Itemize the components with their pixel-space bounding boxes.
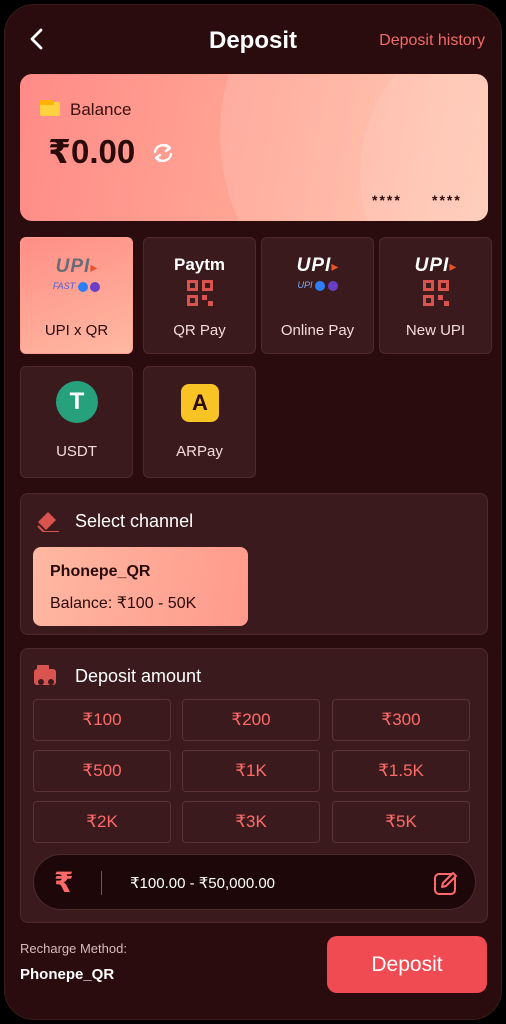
deposit-amount-panel: Deposit amount ₹100 ₹200 ₹300 ₹500 ₹1K ₹… <box>20 648 488 923</box>
deposit-amount-title: Deposit amount <box>75 666 202 686</box>
input-divider <box>101 871 102 895</box>
method-label: UPI x QR <box>44 322 109 339</box>
rupee-icon: ₹ <box>54 867 74 898</box>
method-label: Online Pay <box>280 322 355 339</box>
deposit-history-link[interactable]: Deposit history <box>379 32 485 50</box>
amount-option[interactable]: ₹1.5K <box>332 750 470 792</box>
upi-logo-icon: UPI▸ <box>414 255 457 276</box>
recharge-method-label: Recharge Method: <box>20 941 127 956</box>
upi-logo-icon: UPI▸ FAST <box>21 256 132 292</box>
edit-icon[interactable] <box>433 870 459 896</box>
method-new-upi[interactable]: UPI▸ New UPI <box>379 237 492 354</box>
method-label: New UPI <box>405 322 466 339</box>
amount-option[interactable]: ₹2K <box>33 801 171 843</box>
select-channel-title: Select channel <box>75 511 194 531</box>
select-channel-panel: Select channel Phonepe_QR Balance: ₹100 … <box>20 493 488 635</box>
balance-card: Balance ₹0.00 **** **** <box>20 74 488 221</box>
card-mask-right: **** <box>432 192 462 208</box>
balance-value: ₹0.00 <box>48 133 136 170</box>
amount-input[interactable]: ₹ ₹100.00 - ₹50,000.00 <box>33 854 476 910</box>
method-upi-x-qr[interactable]: UPI▸ FAST UPI x QR <box>20 237 133 354</box>
method-online-pay[interactable]: UPI▸ UPI Online Pay <box>261 237 374 354</box>
amount-option[interactable]: ₹5K <box>332 801 470 843</box>
deposit-screen: Deposit Deposit history Balance ₹0.00 **… <box>4 4 502 1020</box>
balance-label: Balance <box>70 100 132 119</box>
deposit-button[interactable]: Deposit <box>327 936 487 993</box>
method-arpay[interactable]: A ARPay <box>143 366 256 478</box>
recharge-method-value: Phonepe_QR <box>20 966 115 983</box>
amount-option[interactable]: ₹200 <box>182 699 320 741</box>
qr-code-icon <box>423 280 449 306</box>
amount-option[interactable]: ₹100 <box>33 699 171 741</box>
channel-icon <box>37 512 59 532</box>
tether-icon: T <box>56 381 98 423</box>
arpay-logo-icon: A <box>181 384 219 422</box>
method-usdt[interactable]: T USDT <box>20 366 133 478</box>
amount-option[interactable]: ₹3K <box>182 801 320 843</box>
method-label: QR Pay <box>173 322 226 339</box>
card-mask-left: **** <box>372 192 402 208</box>
paytm-logo-icon: Paytm <box>173 255 226 274</box>
wallet-icon <box>34 665 56 685</box>
channel-name: Phonepe_QR <box>50 563 151 580</box>
refresh-icon[interactable] <box>150 140 176 166</box>
channel-card-phonepe-qr[interactable]: Phonepe_QR Balance: ₹100 - 50K <box>33 547 248 626</box>
amount-option[interactable]: ₹1K <box>182 750 320 792</box>
method-label: ARPay <box>176 443 223 460</box>
method-qr-pay[interactable]: Paytm QR Pay <box>143 237 256 354</box>
upi-logo-icon: UPI▸ UPI <box>296 255 339 291</box>
amount-option[interactable]: ₹300 <box>332 699 470 741</box>
amount-option[interactable]: ₹500 <box>33 750 171 792</box>
wallet-icon <box>40 100 60 116</box>
amount-range-placeholder: ₹100.00 - ₹50,000.00 <box>130 875 276 892</box>
method-label: USDT <box>56 443 97 460</box>
channel-balance: Balance: ₹100 - 50K <box>50 595 197 612</box>
header: Deposit Deposit history <box>5 5 501 77</box>
qr-code-icon <box>187 280 213 306</box>
